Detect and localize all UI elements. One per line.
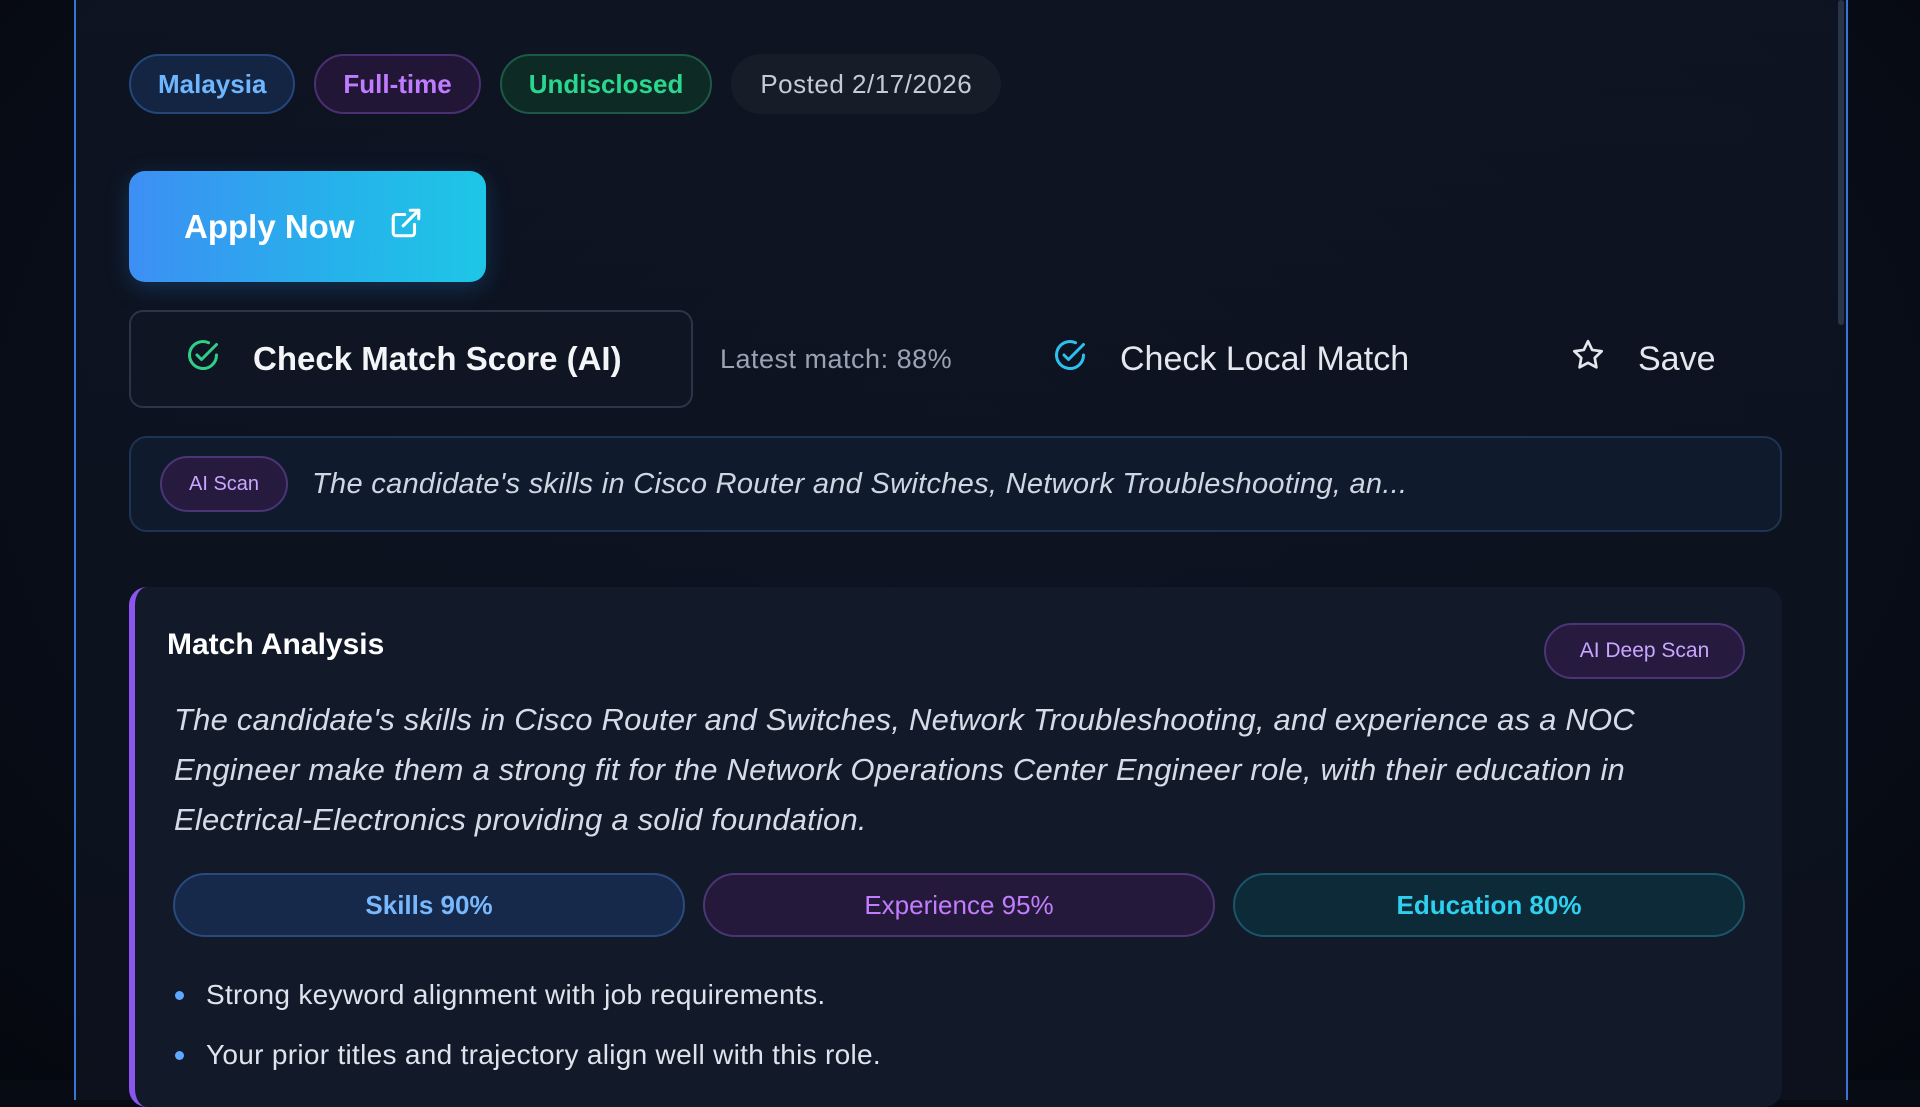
ai-scan-badge: AI Scan bbox=[160, 456, 289, 512]
check-local-match-button[interactable]: Check Local Match bbox=[1052, 310, 1409, 408]
check-local-match-label: Check Local Match bbox=[1120, 339, 1410, 378]
list-item: Strong keyword alignment with job requir… bbox=[175, 965, 881, 1025]
experience-score-pill: Experience 95% bbox=[703, 873, 1215, 937]
list-item-text: Strong keyword alignment with job requir… bbox=[206, 979, 826, 1010]
education-score-pill: Education 80% bbox=[1233, 873, 1745, 937]
check-match-score-button[interactable]: Check Match Score (AI) bbox=[129, 310, 693, 408]
country-tag: Malaysia bbox=[129, 54, 296, 114]
ai-scan-summary[interactable]: AI Scan The candidate's skills in Cisco … bbox=[129, 436, 1782, 532]
check-circle-icon bbox=[1052, 337, 1088, 382]
bullet-dot bbox=[175, 990, 184, 1000]
list-item-text: Your prior titles and trajectory align w… bbox=[206, 1039, 881, 1070]
salary-tag: Undisclosed bbox=[499, 54, 713, 114]
match-reasons-list: Strong keyword alignment with job requir… bbox=[175, 965, 881, 1085]
latest-match-text: Latest match: 88% bbox=[720, 343, 953, 374]
job-tags: Malaysia Full-time Undisclosed Posted 2/… bbox=[129, 54, 1002, 114]
posted-date-tag: Posted 2/17/2026 bbox=[731, 54, 1002, 114]
employment-type-tag: Full-time bbox=[314, 54, 481, 114]
apply-now-label: Apply Now bbox=[184, 207, 355, 245]
skills-score-pill: Skills 90% bbox=[173, 873, 685, 937]
check-match-score-label: Check Match Score (AI) bbox=[253, 340, 622, 377]
match-actions-row: Check Match Score (AI) Latest match: 88%… bbox=[129, 310, 1779, 410]
check-circle-icon bbox=[185, 337, 221, 381]
ai-deep-scan-badge: AI Deep Scan bbox=[1544, 623, 1745, 679]
match-analysis-summary: The candidate's skills in Cisco Router a… bbox=[174, 702, 1635, 837]
score-breakdown: Skills 90% Experience 95% Education 80% bbox=[173, 873, 1745, 937]
bullet-dot bbox=[175, 1050, 184, 1060]
list-item: Your prior titles and trajectory align w… bbox=[175, 1025, 881, 1085]
ai-scan-text: The candidate's skills in Cisco Router a… bbox=[312, 467, 1408, 500]
star-icon bbox=[1570, 337, 1606, 382]
external-link-icon bbox=[389, 206, 423, 248]
save-button[interactable]: Save bbox=[1570, 310, 1716, 408]
apply-now-button[interactable]: Apply Now bbox=[129, 171, 486, 282]
save-label: Save bbox=[1638, 339, 1716, 378]
scrollbar[interactable] bbox=[1838, 0, 1844, 325]
match-analysis-title: Match Analysis bbox=[167, 628, 385, 661]
